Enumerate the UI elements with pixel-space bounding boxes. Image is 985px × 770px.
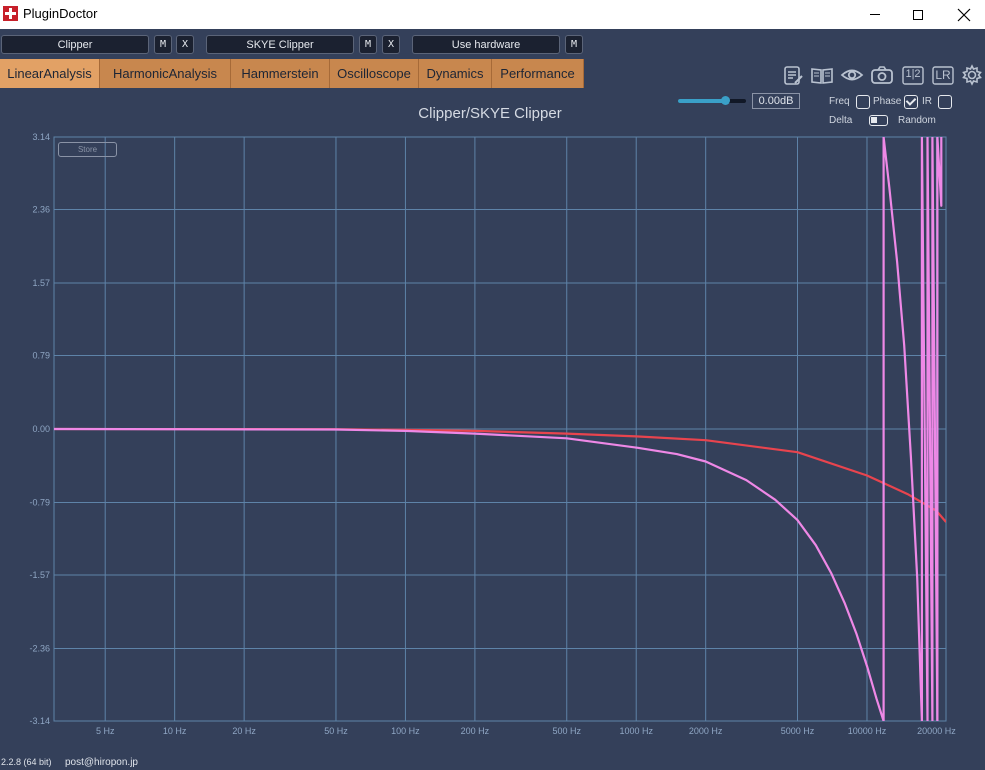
y-tick-label: -0.79 [29,497,50,507]
x-tick-label: 500 Hz [552,726,581,736]
y-tick-label: 2.36 [32,205,50,215]
gain-slider-fill [678,99,726,103]
y-tick-label: -1.57 [29,570,50,580]
x-tick-label: 10000 Hz [848,726,887,736]
y-tick-label: 0.00 [32,424,50,434]
ir-checkbox[interactable] [938,95,952,109]
x-axis-ticks: 5 Hz 10 Hz 20 Hz 50 Hz 100 Hz 200 Hz 500 Hz 100… [96,726,956,736]
random-label: Random [898,115,936,126]
y-tick-label: -2.36 [29,643,50,653]
delta-random-toggle[interactable] [869,115,888,126]
plugin-doctor-window: PluginDoctor Clipper M X SKYE Clipper M … [0,0,985,770]
freq-checkbox[interactable] [856,95,870,109]
x-tick-label: 10 Hz [163,726,187,736]
version-label: 2.2.8 (64 bit) [1,757,52,767]
y-tick-label: 0.79 [32,351,50,361]
y-axis-ticks: 3.14 2.36 1.57 0.79 0.00 -0.79 -1.57 -2.36 -3.14 [29,132,50,726]
freq-label: Freq [829,96,850,107]
x-tick-label: 1000 Hz [619,726,653,736]
x-tick-label: 20 Hz [232,726,256,736]
store-button[interactable]: Store [58,142,117,157]
gain-value-field[interactable]: 0.00dB [752,93,800,109]
x-tick-label: 50 Hz [324,726,348,736]
y-tick-label: 1.57 [32,278,50,288]
x-tick-label: 2000 Hz [689,726,723,736]
series-line-1 [54,427,946,523]
gain-slider[interactable] [678,96,746,105]
x-tick-label: 200 Hz [461,726,490,736]
x-tick-label: 100 Hz [391,726,420,736]
x-tick-label: 20000 Hz [917,726,956,736]
ir-label: IR [922,96,932,107]
y-tick-label: 3.14 [32,132,50,142]
y-tick-label: -3.14 [29,716,50,726]
contact-email: post@hiropon.jp [65,757,138,768]
delta-label: Delta [829,115,853,126]
phase-checkbox[interactable] [904,95,918,109]
phase-label: Phase [873,96,902,107]
x-tick-label: 5 Hz [96,726,115,736]
x-tick-label: 5000 Hz [781,726,815,736]
